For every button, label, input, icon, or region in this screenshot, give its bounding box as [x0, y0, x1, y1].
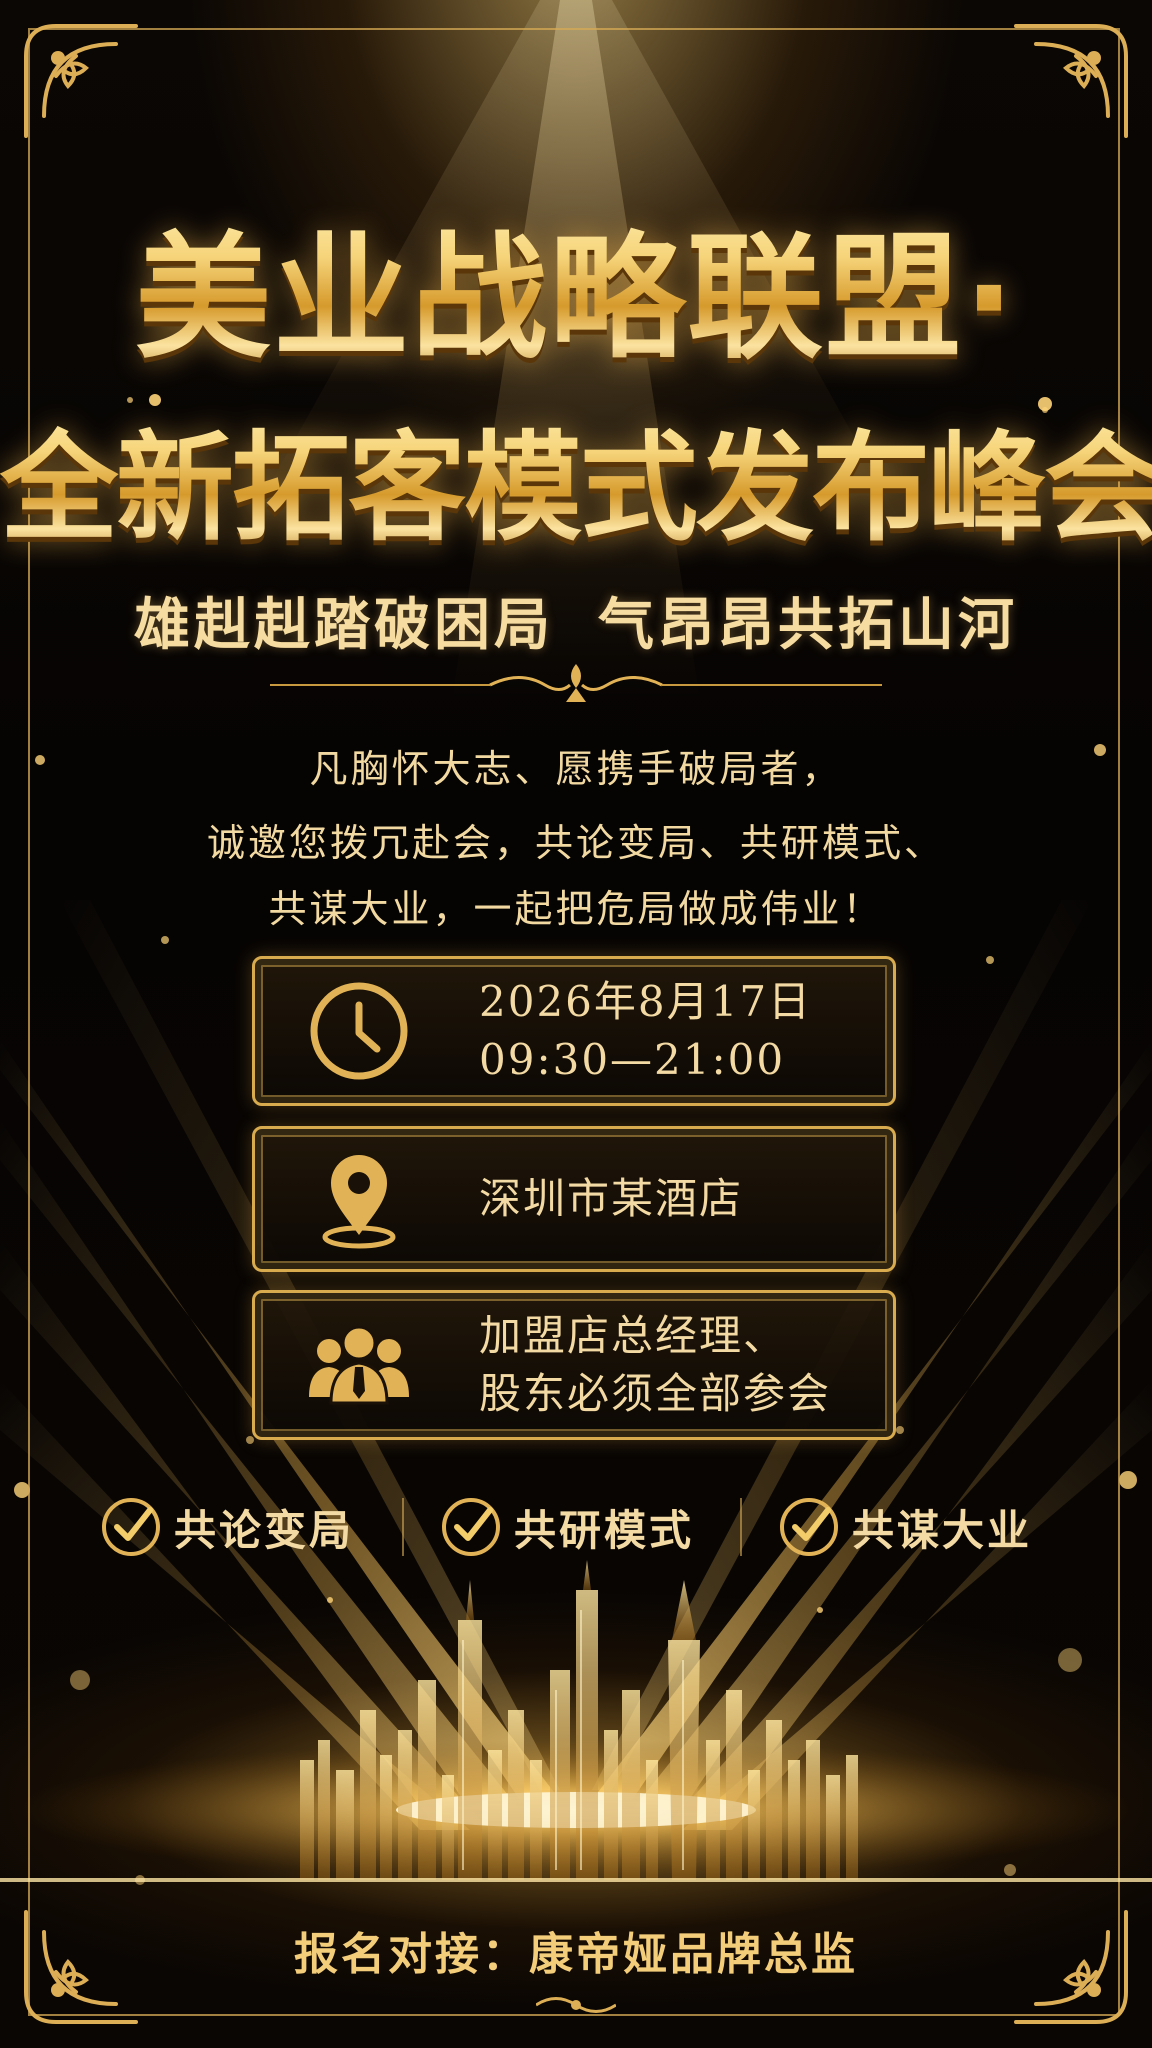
slogan-left: 雄赳赳踏破困局: [134, 592, 554, 658]
info-time: 09:30—21:00: [479, 1035, 786, 1084]
feature-separator: [402, 1498, 404, 1556]
check-circle-icon: [780, 1498, 838, 1556]
ornament-corner-top-left: [16, 16, 146, 146]
info-attendees-line-2: 股东必须全部参会: [479, 1369, 832, 1418]
feature-item: 共谋大业: [778, 1492, 1032, 1562]
title-line-2: 全新拓客模式发布峰会: [0, 392, 1152, 563]
slogan: 雄赳赳踏破困局 气昂昂共拓山河: [0, 580, 1152, 661]
ornament-bottom: [536, 1997, 616, 2013]
info-date: 2026年8月17日: [479, 977, 813, 1026]
invitation-line-2: 诚邀您拨冗赴会，共论变局、共研模式、: [206, 821, 945, 865]
invitation-line-1: 凡胸怀大志、愿携手破局者，: [309, 747, 843, 791]
map-pin-icon: [322, 1155, 396, 1249]
info-attendees-text: 加盟店总经理、 股东必须全部参会: [479, 1307, 831, 1423]
feature-item: 共论变局: [100, 1492, 354, 1562]
ornament-corner-top-right: [1006, 16, 1136, 146]
info-box-time: 2026年8月17日 09:30—21:00: [252, 956, 896, 1106]
info-location: 深圳市某酒店: [479, 1174, 744, 1223]
feature-label: 共谋大业: [852, 1505, 1033, 1555]
city-skyline: [0, 1560, 1152, 1882]
feature-label: 共论变局: [174, 1505, 355, 1555]
check-circle-icon: [442, 1498, 500, 1556]
slogan-right: 气昂昂共拓山河: [598, 592, 1018, 658]
clock-icon: [310, 982, 408, 1080]
check-circle-icon: [102, 1498, 160, 1556]
title-line-1: 美业战略联盟·: [0, 188, 1152, 385]
ornament-divider: [270, 664, 882, 702]
feature-separator: [740, 1498, 742, 1556]
info-attendees-line-1: 加盟店总经理、: [479, 1311, 788, 1360]
event-poster: 美业战略联盟· 全新拓客模式发布峰会 雄赳赳踏破困局 气昂昂共拓山河 凡胸怀大志、…: [0, 0, 1152, 2048]
people-icon: [309, 1325, 409, 1405]
info-box-location: 深圳市某酒店: [252, 1126, 896, 1272]
feature-item: 共研模式: [440, 1492, 694, 1562]
contact-line: 报名对接：康帝娅品牌总监: [294, 1929, 858, 1980]
invitation-line-3: 共谋大业，一起把危局做成伟业！: [268, 887, 884, 931]
info-box-attendees: 加盟店总经理、 股东必须全部参会: [252, 1290, 896, 1440]
feature-row: 共论变局 共研模式 共谋大业: [0, 1492, 1152, 1562]
info-time-text: 2026年8月17日 09:30—21:00: [479, 973, 812, 1089]
feature-label: 共研模式: [514, 1505, 695, 1555]
